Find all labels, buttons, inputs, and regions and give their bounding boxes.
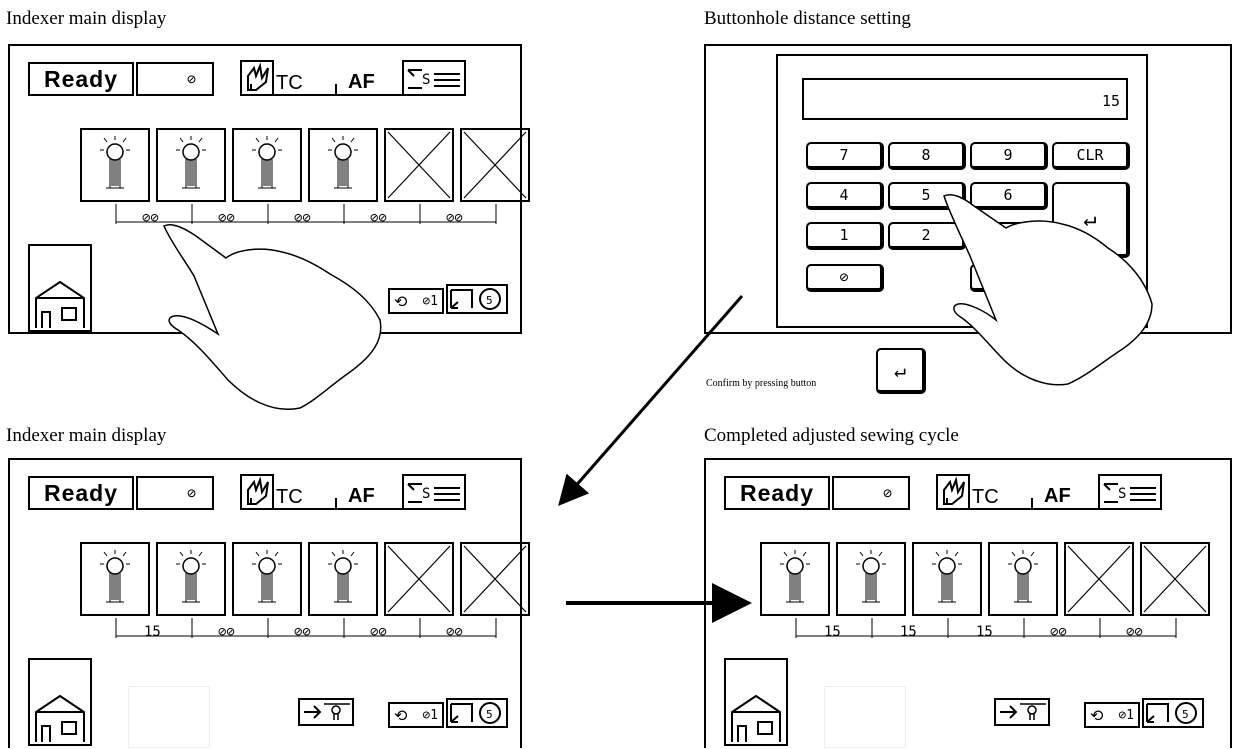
- pointing-hand-icon: [163, 224, 382, 410]
- arrow-to-indexer: [558, 295, 744, 507]
- flow-arrows: [163, 194, 1153, 623]
- pointing-hand-icon: [943, 194, 1153, 386]
